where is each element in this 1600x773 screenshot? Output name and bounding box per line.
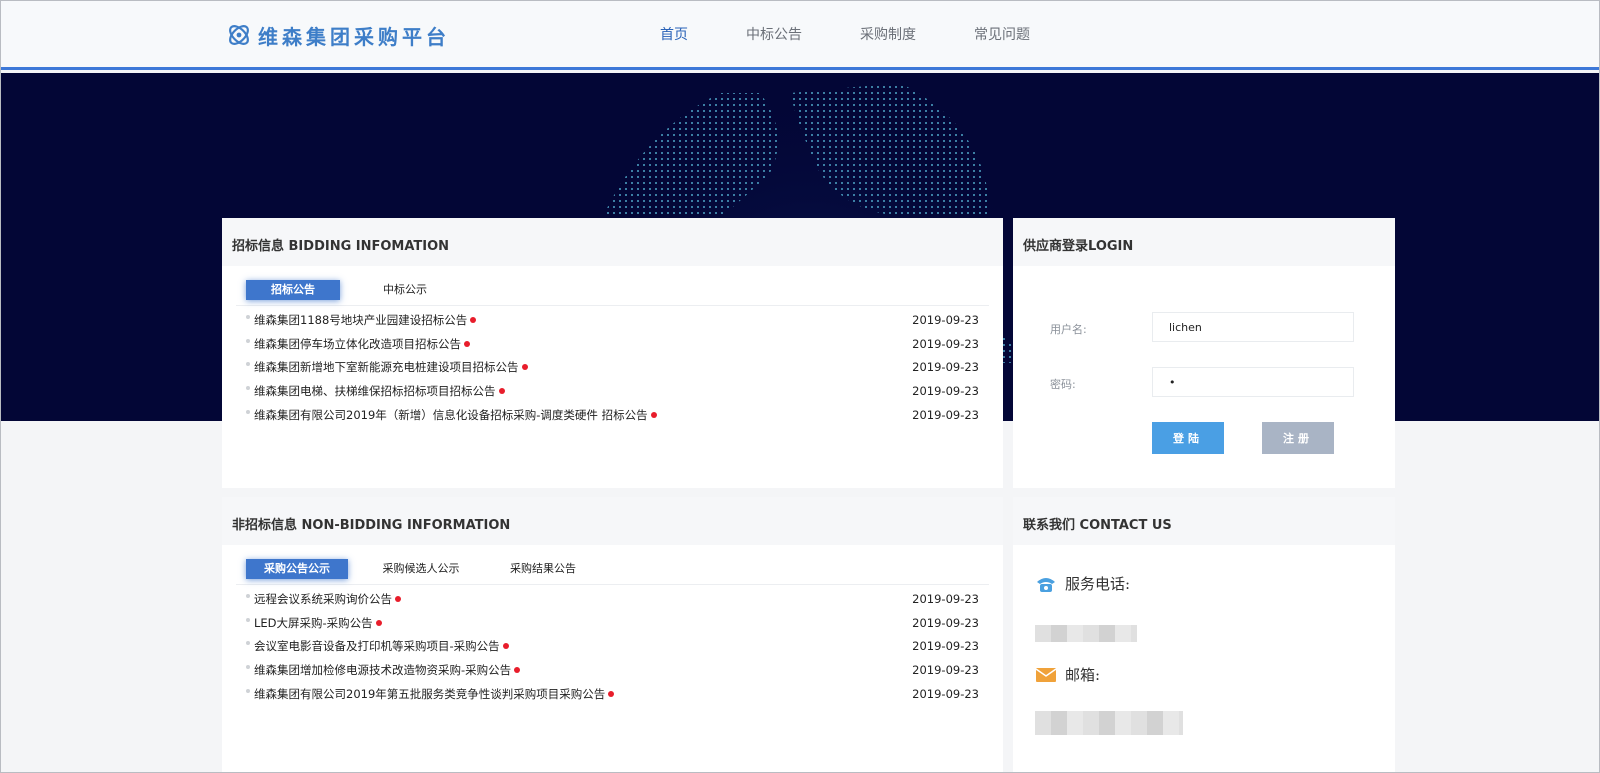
list-item[interactable]: 远程会议系统采购询价公告 2019-09-23 [246,587,979,611]
login-heading: 供应商登录LOGIN [1013,218,1395,266]
username-input[interactable] [1152,312,1354,342]
list-item[interactable]: 维森集团新增地下室新能源充电桩建设项目招标公告 2019-09-23 [246,355,979,379]
new-indicator [498,387,505,394]
password-input[interactable] [1152,367,1354,397]
nav-procurement-rules[interactable]: 采购制度 [860,24,916,44]
list-item[interactable]: 维森集团电梯、扶梯维保招标招标项目招标公告 2019-09-23 [246,379,979,403]
phone-line: 服务电话: [1035,573,1130,594]
nonbidding-list: 远程会议系统采购询价公告 2019-09-23 LED大屏采购-采购公告 2019-… [246,587,979,705]
email-value-redacted [1035,711,1183,735]
bidding-tabs: 招标公告 中标公示 [236,278,989,306]
bidding-card: 招标信息 BIDDING INFOMATION 招标公告 中标公示 维森集团11… [222,218,1003,488]
tab-bidding-announcements[interactable]: 招标公告 [246,280,340,300]
phone-icon [1037,577,1055,592]
logo-icon [229,25,249,45]
bidding-heading: 招标信息 BIDDING INFOMATION [222,218,1003,266]
logo-text: 维森集团采购平台 [258,24,450,49]
tab-procurement-announcements[interactable]: 采购公告公示 [246,559,348,579]
main-nav: 首页 中标公告 采购制度 常见问题 [660,24,1088,44]
register-button[interactable]: 注册 [1262,422,1334,454]
bidding-list: 维森集团1188号地块产业园建设招标公告 2019-09-23 维森集团停车场立体… [246,308,979,426]
email-label: 邮箱: [1065,666,1101,684]
list-item[interactable]: 维森集团增加检修电源技术改造物资采购-采购公告 2019-09-23 [246,658,979,682]
nav-award-notices[interactable]: 中标公告 [746,24,802,44]
tab-award-publicity[interactable]: 中标公示 [364,280,446,300]
new-indicator [395,595,401,602]
list-item[interactable]: 会议室电影音设备及打印机等采购项目-采购公告 2019-09-23 [246,634,979,658]
nav-faq[interactable]: 常见问题 [974,24,1030,44]
new-indicator [470,316,477,323]
email-line: 邮箱: [1035,664,1100,685]
contact-heading: 联系我们 CONTACT US [1013,497,1395,545]
tab-procurement-results[interactable]: 采购结果公告 [502,559,584,579]
username-label: 用户名: [1050,323,1087,336]
list-item[interactable]: 维森集团1188号地块产业园建设招标公告 2019-09-23 [246,308,979,332]
login-button[interactable]: 登陆 [1152,422,1224,454]
password-label: 密码: [1050,378,1076,391]
phone-value-redacted [1035,625,1137,642]
tab-candidate-publicity[interactable]: 采购候选人公示 [376,559,466,579]
list-item[interactable]: LED大屏采购-采购公告 2019-09-23 [246,611,979,635]
mail-icon [1035,667,1057,682]
list-item[interactable]: 维森集团有限公司2019年（新增）信息化设备招标采购-调度类硬件 招标公告 201… [246,403,979,427]
phone-label: 服务电话: [1065,575,1131,593]
nonbidding-card: 非招标信息 NON-BIDDING INFORMATION 采购公告公示 采购候… [222,497,1003,773]
nav-home[interactable]: 首页 [660,24,688,44]
new-indicator [521,364,528,371]
new-indicator [464,340,470,347]
nonbidding-heading: 非招标信息 NON-BIDDING INFORMATION [222,497,1003,545]
site-logo[interactable]: 维森集团采购平台 [226,20,450,50]
contact-card: 联系我们 CONTACT US 服务电话: 邮箱: [1013,497,1395,773]
login-card: 供应商登录LOGIN 用户名: 密码: 登陆 注册 [1013,218,1395,488]
new-indicator [650,411,657,418]
new-indicator [514,666,521,673]
nonbidding-tabs: 采购公告公示 采购候选人公示 采购结果公告 [236,557,989,585]
new-indicator [375,619,382,626]
new-indicator [608,690,615,697]
list-item[interactable]: 维森集团停车场立体化改造项目招标公告 2019-09-23 [246,332,979,356]
new-indicator [502,643,509,650]
top-header: 维森集团采购平台 首页 中标公告 采购制度 常见问题 [0,0,1600,70]
list-item[interactable]: 维森集团有限公司2019年第五批服务类竞争性谈判采购项目采购公告 2019-09-… [246,682,979,706]
